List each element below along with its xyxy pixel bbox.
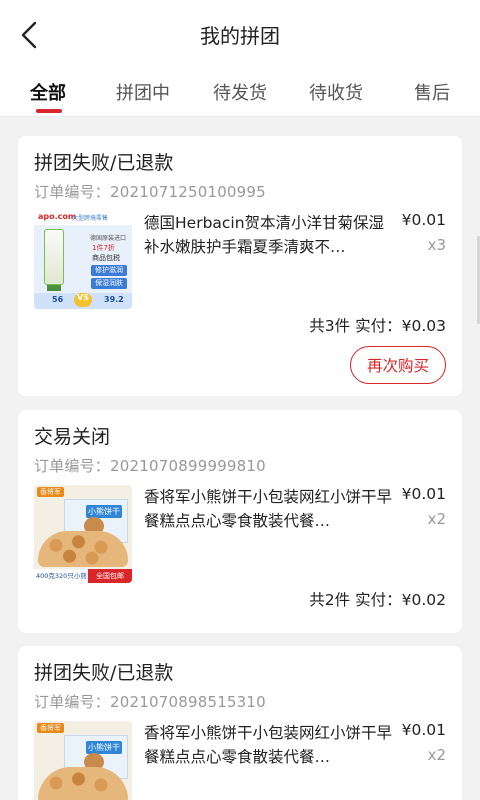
paid-label: 实付：: [355, 317, 402, 335]
product-name[interactable]: 香将军小熊饼干小包装网红小饼干早餐糕点点心零食散装代餐…: [144, 485, 394, 533]
paid-label: 实付：: [355, 591, 402, 609]
paid-amount: ¥0.03: [401, 317, 446, 335]
product-image-brand: 香将军: [37, 487, 64, 497]
item-count: 共2件: [309, 591, 351, 609]
order-status: 拼团失败/已退款: [34, 152, 174, 174]
product-image[interactable]: 香将军 小熊饼干 400克320只小熊 全国包邮: [34, 485, 132, 583]
product-image-right-num: 39.2: [104, 295, 124, 304]
product-name[interactable]: 德国Herbacin贺本清小洋甘菊保湿补水嫩肤护手霜夏季清爽不…: [144, 211, 394, 259]
product-image-promo: 1件7折: [92, 244, 115, 252]
tab-after-sales[interactable]: 售后: [414, 79, 450, 109]
order-total: 共2件 实付：¥0.02: [309, 588, 446, 610]
product-image-brand: apo.com: [38, 212, 77, 221]
product-quantity: x2: [427, 746, 446, 764]
product-image[interactable]: apo.com 大型跨境零售 德国原装进口 1件7折 商品包税 修护滋润 保湿润…: [34, 211, 132, 309]
order-card[interactable]: 交易关闭 订单编号：2021070899999810 香将军 小熊饼干 400克…: [18, 410, 462, 633]
paid-amount: ¥0.02: [401, 591, 446, 609]
product-image-box-label: 小熊饼干: [86, 505, 122, 518]
product-image-bottom-left: 400克320只小熊: [34, 569, 88, 583]
product-image-vs: VS: [74, 293, 92, 307]
order-number: 订单编号：2021070899999810: [34, 455, 266, 476]
product-price: ¥0.01: [401, 211, 446, 229]
order-status: 拼团失败/已退款: [34, 662, 174, 684]
product-quantity: x2: [427, 510, 446, 528]
product-image-feat2: 保湿润肤: [91, 278, 127, 289]
page-title: 我的拼团: [200, 24, 280, 48]
tab-to-receive[interactable]: 待收货: [309, 79, 363, 109]
product-image-tag1: 德国原装进口: [90, 235, 127, 242]
app-header: 我的拼团: [0, 0, 480, 70]
tab-all[interactable]: 全部: [30, 79, 66, 109]
order-number-label: 订单编号：: [34, 183, 111, 201]
product-price: ¥0.01: [401, 721, 446, 739]
tube-cap: [47, 285, 61, 291]
product-image-badge: 大型跨境零售: [72, 215, 109, 222]
product-image-feat1: 修护滋润: [91, 265, 127, 276]
order-number: 订单编号：2021071250100995: [34, 181, 266, 202]
cookie-pile: [38, 531, 128, 567]
order-tabs: 全部 拼团中 待发货 待收货 售后: [0, 70, 480, 117]
item-count: 共3件: [309, 317, 351, 335]
product-image-left-num: 56: [52, 295, 64, 304]
tube-shape: [44, 229, 64, 285]
product-name[interactable]: 香将军小熊饼干小包装网红小饼干早餐糕点点心零食散装代餐…: [144, 721, 394, 769]
order-status: 交易关闭: [34, 426, 111, 448]
order-number-label: 订单编号：: [34, 457, 111, 475]
order-card[interactable]: 拼团失败/已退款 订单编号：2021070898515310 香将军 小熊饼干 …: [18, 646, 462, 800]
product-image-box-label: 小熊饼干: [86, 741, 122, 754]
order-card[interactable]: 拼团失败/已退款 订单编号：2021071250100995 apo.com 大…: [18, 136, 462, 396]
tab-to-ship[interactable]: 待发货: [213, 79, 267, 109]
product-image[interactable]: 香将军 小熊饼干: [34, 721, 132, 800]
product-image-brand: 香将军: [37, 723, 64, 733]
order-number-value: 2021070899999810: [110, 457, 266, 475]
active-tab-indicator: [36, 109, 62, 113]
order-number-label: 订单编号：: [34, 693, 111, 711]
order-number-value: 2021071250100995: [110, 183, 266, 201]
order-total: 共3件 实付：¥0.03: [309, 314, 446, 336]
product-quantity: x3: [427, 236, 446, 254]
tab-grouping[interactable]: 拼团中: [116, 79, 170, 109]
product-price: ¥0.01: [401, 485, 446, 503]
buy-again-button[interactable]: 再次购买: [350, 346, 446, 384]
product-image-bottom-right: 全国包邮: [88, 569, 132, 583]
order-number-value: 2021070898515310: [110, 693, 266, 711]
product-image-tag2: 商品包税: [92, 254, 120, 262]
order-number: 订单编号：2021070898515310: [34, 691, 266, 712]
